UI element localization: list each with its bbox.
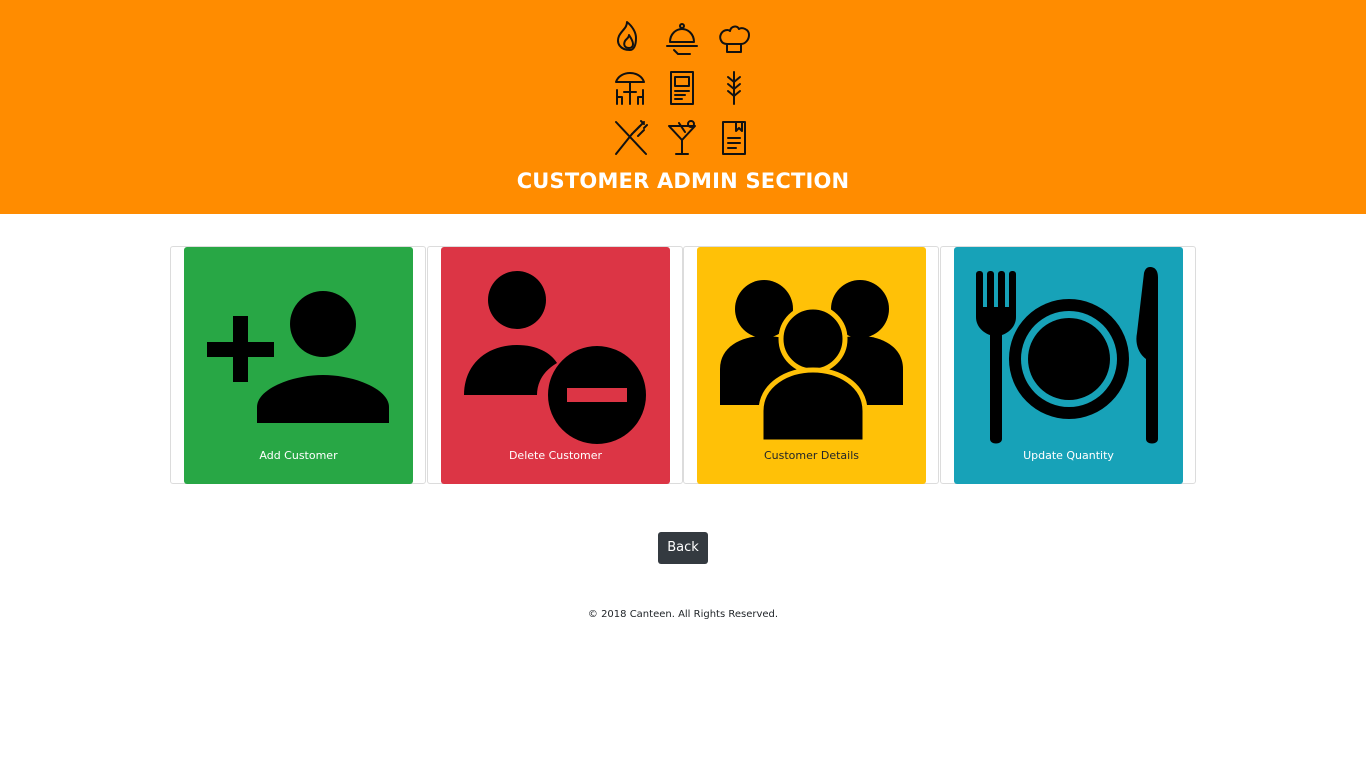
cocktail-icon <box>668 120 696 155</box>
footer-copyright: © 2018 Canteen. All Rights Reserved. <box>587 609 779 620</box>
recipe-book-icon <box>722 121 746 155</box>
menu-card-icon <box>670 71 694 105</box>
delete-customer-card[interactable]: Delete Customer <box>427 246 683 484</box>
add-customer-card[interactable]: Add Customer <box>170 246 426 484</box>
table-umbrella-icon <box>615 72 645 105</box>
flame-icon <box>617 21 637 51</box>
page-title: CUSTOMER ADMIN SECTION <box>516 169 850 193</box>
customer-details-tile[interactable]: Customer Details <box>697 247 926 484</box>
update-quantity-tile[interactable]: Update Quantity <box>954 247 1183 484</box>
restaurant-logo <box>608 18 760 162</box>
chef-hat-icon <box>719 25 750 53</box>
delete-customer-label: Delete Customer <box>508 449 603 462</box>
wheat-icon <box>727 71 741 105</box>
page-header: CUSTOMER ADMIN SECTION <box>0 0 1366 214</box>
crossed-fork-knife-icon <box>615 120 648 155</box>
update-quantity-label: Update Quantity <box>1023 449 1114 462</box>
add-customer-label: Add Customer <box>259 449 338 462</box>
update-quantity-card[interactable]: Update Quantity <box>940 246 1196 484</box>
cloche-icon <box>666 23 698 55</box>
admin-actions-grid: Add Customer Delete Customer Customer De… <box>170 246 1196 484</box>
back-button[interactable]: Back <box>658 532 708 564</box>
delete-customer-tile[interactable]: Delete Customer <box>441 247 670 484</box>
customer-details-card[interactable]: Customer Details <box>683 246 939 484</box>
customer-details-label: Customer Details <box>763 449 860 462</box>
add-customer-tile[interactable]: Add Customer <box>184 247 413 484</box>
